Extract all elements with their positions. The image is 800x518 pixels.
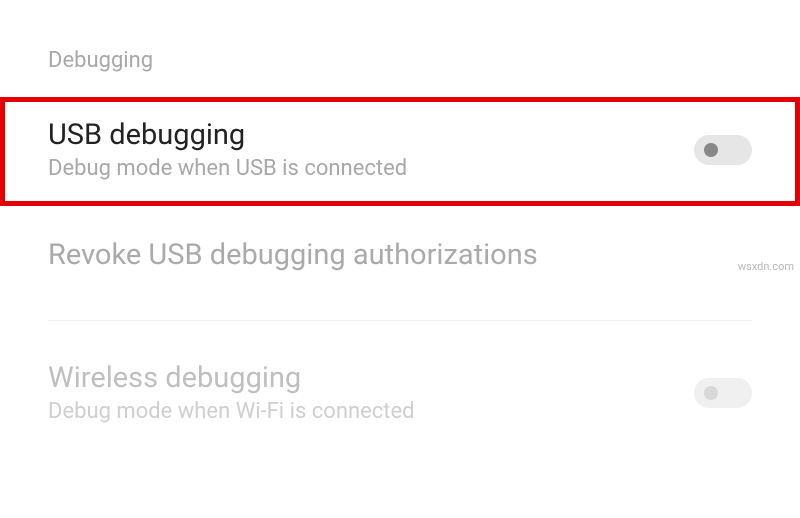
usb-debugging-title: USB debugging [48,118,694,152]
usb-debugging-row[interactable]: USB debugging Debug mode when USB is con… [0,97,800,206]
usb-debugging-toggle[interactable] [694,135,752,165]
toggle-knob-icon [704,386,718,400]
usb-debugging-text: USB debugging Debug mode when USB is con… [48,118,694,181]
section-header-debugging: Debugging [0,0,800,97]
wireless-debugging-subtitle: Debug mode when Wi-Fi is connected [48,399,694,424]
revoke-authorizations-row[interactable]: Revoke USB debugging authorizations [0,206,800,320]
watermark: wsxdn.com [738,260,794,273]
usb-debugging-subtitle: Debug mode when USB is connected [48,156,694,181]
divider [48,320,752,321]
wireless-debugging-toggle[interactable] [694,378,752,408]
wireless-debugging-text: Wireless debugging Debug mode when Wi-Fi… [48,361,694,424]
toggle-knob-icon [704,143,718,157]
wireless-debugging-row[interactable]: Wireless debugging Debug mode when Wi-Fi… [0,341,800,448]
settings-container: Debugging USB debugging Debug mode when … [0,0,800,448]
wireless-debugging-title: Wireless debugging [48,361,694,395]
